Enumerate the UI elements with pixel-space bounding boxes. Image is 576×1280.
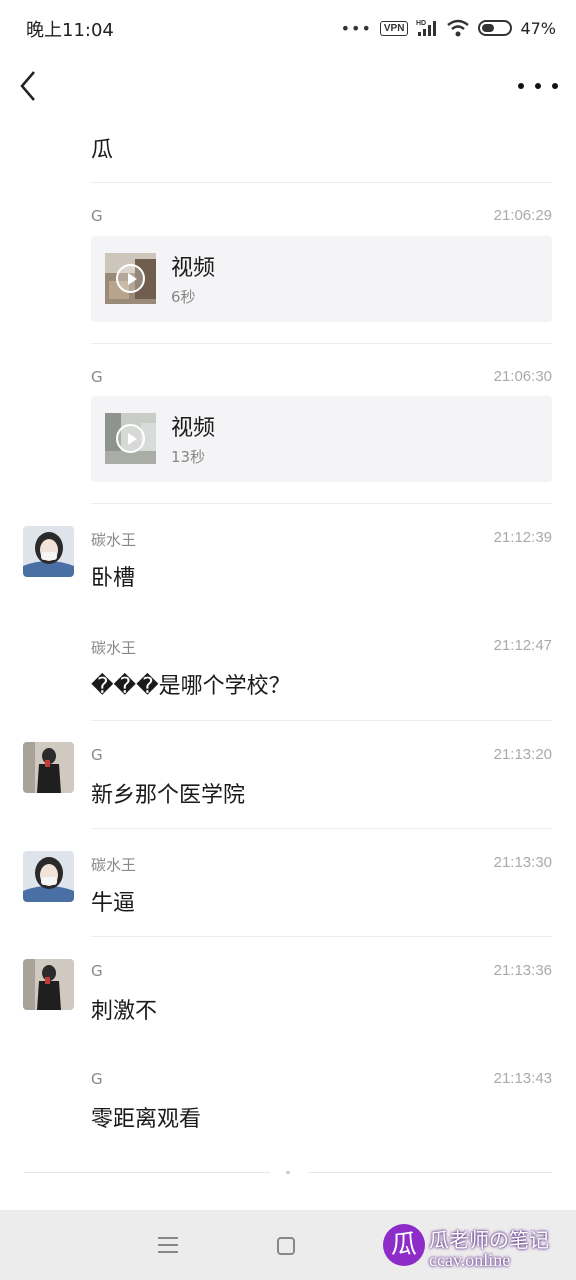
sender-name: G [91, 1070, 103, 1088]
battery-percent: 47% [520, 18, 556, 38]
video-duration: 13秒 [171, 448, 206, 466]
avatar[interactable] [23, 526, 74, 577]
more-dot-icon [518, 83, 524, 89]
video-card[interactable]: 视频 6秒 [91, 236, 552, 322]
sender-name: 碳水王 [91, 639, 137, 657]
status-time: 晚上11:04 [26, 20, 114, 41]
notification-dots-icon: ••• [340, 18, 372, 38]
more-button[interactable] [518, 72, 558, 100]
avatar[interactable] [23, 959, 74, 1010]
more-dot-icon [535, 83, 541, 89]
watermark-title: 瓜老师の笔记 [429, 1228, 549, 1252]
message-time: 21:13:43 [493, 1070, 552, 1087]
divider [91, 182, 552, 183]
more-dot-icon [552, 83, 558, 89]
menu-line-icon [158, 1244, 178, 1246]
list-end-divider-right [308, 1172, 552, 1173]
divider [91, 936, 552, 937]
sender-name: G [91, 207, 103, 225]
message-time: 21:13:20 [493, 746, 552, 763]
message-text: 刺激不 [91, 999, 158, 1024]
avatar[interactable] [23, 851, 74, 902]
status-icons: ••• VPN HD 47% [341, 16, 556, 40]
svg-text:HD: HD [416, 20, 426, 27]
list-end-divider-left [24, 1172, 270, 1173]
message-time: 21:12:39 [493, 529, 552, 546]
avatar-image [23, 851, 74, 902]
play-icon [116, 424, 145, 453]
video-title: 视频 [171, 416, 216, 441]
video-thumbnail [105, 413, 156, 464]
video-thumbnail [105, 253, 156, 304]
play-icon [116, 264, 145, 293]
list-end-dot [286, 1171, 290, 1174]
battery-icon [478, 20, 513, 36]
video-card[interactable]: 视频 13秒 [91, 396, 552, 482]
message-time: 21:13:36 [493, 962, 552, 979]
chevron-left-icon [20, 71, 35, 101]
message-text: 牛逼 [91, 891, 136, 916]
divider [91, 720, 552, 721]
menu-button[interactable] [158, 1237, 178, 1253]
message-text: 瓜 [91, 138, 114, 163]
signal-icon: HD [416, 20, 437, 36]
avatar[interactable] [23, 742, 74, 793]
video-duration: 6秒 [171, 288, 196, 306]
avatar-image [23, 959, 74, 1010]
avatar-image [23, 526, 74, 577]
nav-bar [0, 56, 576, 116]
system-nav-bar: 瓜 瓜老师の笔记 ccav.online [0, 1210, 576, 1280]
message-time: 21:06:29 [493, 207, 552, 224]
message-time: 21:13:30 [493, 854, 552, 871]
sender-name: G [91, 962, 103, 980]
home-button[interactable] [277, 1237, 295, 1255]
sender-name: 碳水王 [91, 531, 137, 549]
watermark: 瓜 瓜老师の笔记 ccav.online [383, 1224, 573, 1274]
message-text: ���是哪个学校？ [91, 674, 291, 699]
divider [91, 828, 552, 829]
video-title: 视频 [171, 256, 216, 281]
sender-name: G [91, 746, 103, 764]
battery-fill [482, 24, 495, 32]
status-bar: 晚上11:04 ••• VPN HD 47% [0, 0, 576, 56]
vpn-icon: VPN [379, 20, 409, 36]
divider [91, 503, 552, 504]
message-text: 卧槽 [91, 566, 136, 591]
message-time: 21:12:47 [493, 637, 552, 654]
wifi-icon [447, 19, 470, 37]
watermark-logo: 瓜 [383, 1224, 425, 1266]
avatar-image [23, 742, 74, 793]
sender-name: 碳水王 [91, 856, 137, 874]
message-text: 新乡那个医学院 [91, 783, 246, 808]
sender-name: G [91, 368, 103, 386]
menu-line-icon [158, 1251, 178, 1253]
back-button[interactable] [14, 68, 46, 104]
divider [91, 343, 552, 344]
message-time: 21:06:30 [493, 368, 552, 385]
message-text: 零距离观看 [91, 1107, 202, 1132]
watermark-url: ccav.online [429, 1250, 511, 1270]
menu-line-icon [158, 1237, 178, 1239]
